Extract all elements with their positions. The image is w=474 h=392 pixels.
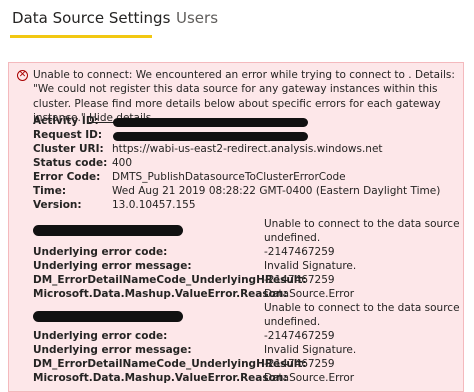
- redacted-activity-id: [113, 118, 308, 127]
- time-row: Time: Wed Aug 21 2019 08:28:22 GMT-0400 (…: [33, 184, 440, 198]
- gateway-1-message-value: Invalid Signature.: [264, 260, 357, 272]
- activity-id-row: Activity ID:: [33, 114, 112, 128]
- cluster-uri-row: Cluster URI: https://wabi-us-east2-redire…: [33, 142, 383, 156]
- error-panel: ✕ Unable to connect: We encountered an e…: [8, 62, 464, 392]
- gateway-1-hresult-value: -2147467259: [264, 274, 335, 286]
- cluster-uri-value: https://wabi-us-east2-redirect.analysis.…: [112, 143, 383, 155]
- gateway-2-reason-label: Microsoft.Data.Mashup.ValueError.Reason:: [33, 372, 288, 384]
- gateway-2-message-line2: undefined.: [264, 316, 321, 328]
- gateway-2-code-label: Underlying error code:: [33, 330, 168, 342]
- cluster-uri-label: Cluster URI:: [33, 143, 104, 155]
- gateway-1-code-label: Underlying error code:: [33, 246, 168, 258]
- tab-users[interactable]: Users: [176, 9, 218, 27]
- request-id-label: Request ID:: [33, 129, 103, 141]
- gateway-1-message-line1: Unable to connect to the data source: [264, 218, 460, 230]
- status-code-value: 400: [112, 157, 133, 169]
- redacted-gateway-name-1: [33, 225, 183, 236]
- gateway-2-message-label: Underlying error message:: [33, 344, 192, 356]
- active-tab-indicator: [10, 35, 152, 38]
- request-id-row: Request ID:: [33, 128, 112, 142]
- gateway-2-message-value: Invalid Signature.: [264, 344, 357, 356]
- gateway-1-reason-value: DataSource.Error: [264, 288, 355, 300]
- redacted-gateway-name-2: [33, 311, 183, 322]
- time-value: Wed Aug 21 2019 08:28:22 GMT-0400 (Easte…: [112, 185, 441, 197]
- version-value: 13.0.10457.155: [112, 199, 196, 211]
- error-code-row: Error Code: DMTS_PublishDatasourceToClust…: [33, 170, 346, 184]
- gateway-2-code-value: -2147467259: [264, 330, 335, 342]
- redacted-request-id: [113, 132, 308, 141]
- activity-id-label: Activity ID:: [33, 115, 99, 127]
- gateway-1-reason-label: Microsoft.Data.Mashup.ValueError.Reason:: [33, 288, 288, 300]
- gateway-1-message-line2: undefined.: [264, 232, 321, 244]
- gateway-2-message-line1: Unable to connect to the data source: [264, 302, 460, 314]
- time-label: Time:: [33, 185, 67, 197]
- tab-bar: Data Source Settings Users: [0, 0, 474, 40]
- error-code-label: Error Code:: [33, 171, 101, 183]
- error-icon: ✕: [17, 70, 28, 81]
- tab-data-source-settings[interactable]: Data Source Settings: [12, 9, 170, 27]
- version-row: Version: 13.0.10457.155: [33, 198, 196, 212]
- version-label: Version:: [33, 199, 82, 211]
- status-code-row: Status code: 400: [33, 156, 132, 170]
- gateway-2-hresult-value: -2147467259: [264, 358, 335, 370]
- gateway-1-code-value: -2147467259: [264, 246, 335, 258]
- gateway-2-reason-value: DataSource.Error: [264, 372, 355, 384]
- error-code-value: DMTS_PublishDatasourceToClusterErrorCode: [112, 171, 346, 183]
- gateway-1-message-label: Underlying error message:: [33, 260, 192, 272]
- status-code-label: Status code:: [33, 157, 108, 169]
